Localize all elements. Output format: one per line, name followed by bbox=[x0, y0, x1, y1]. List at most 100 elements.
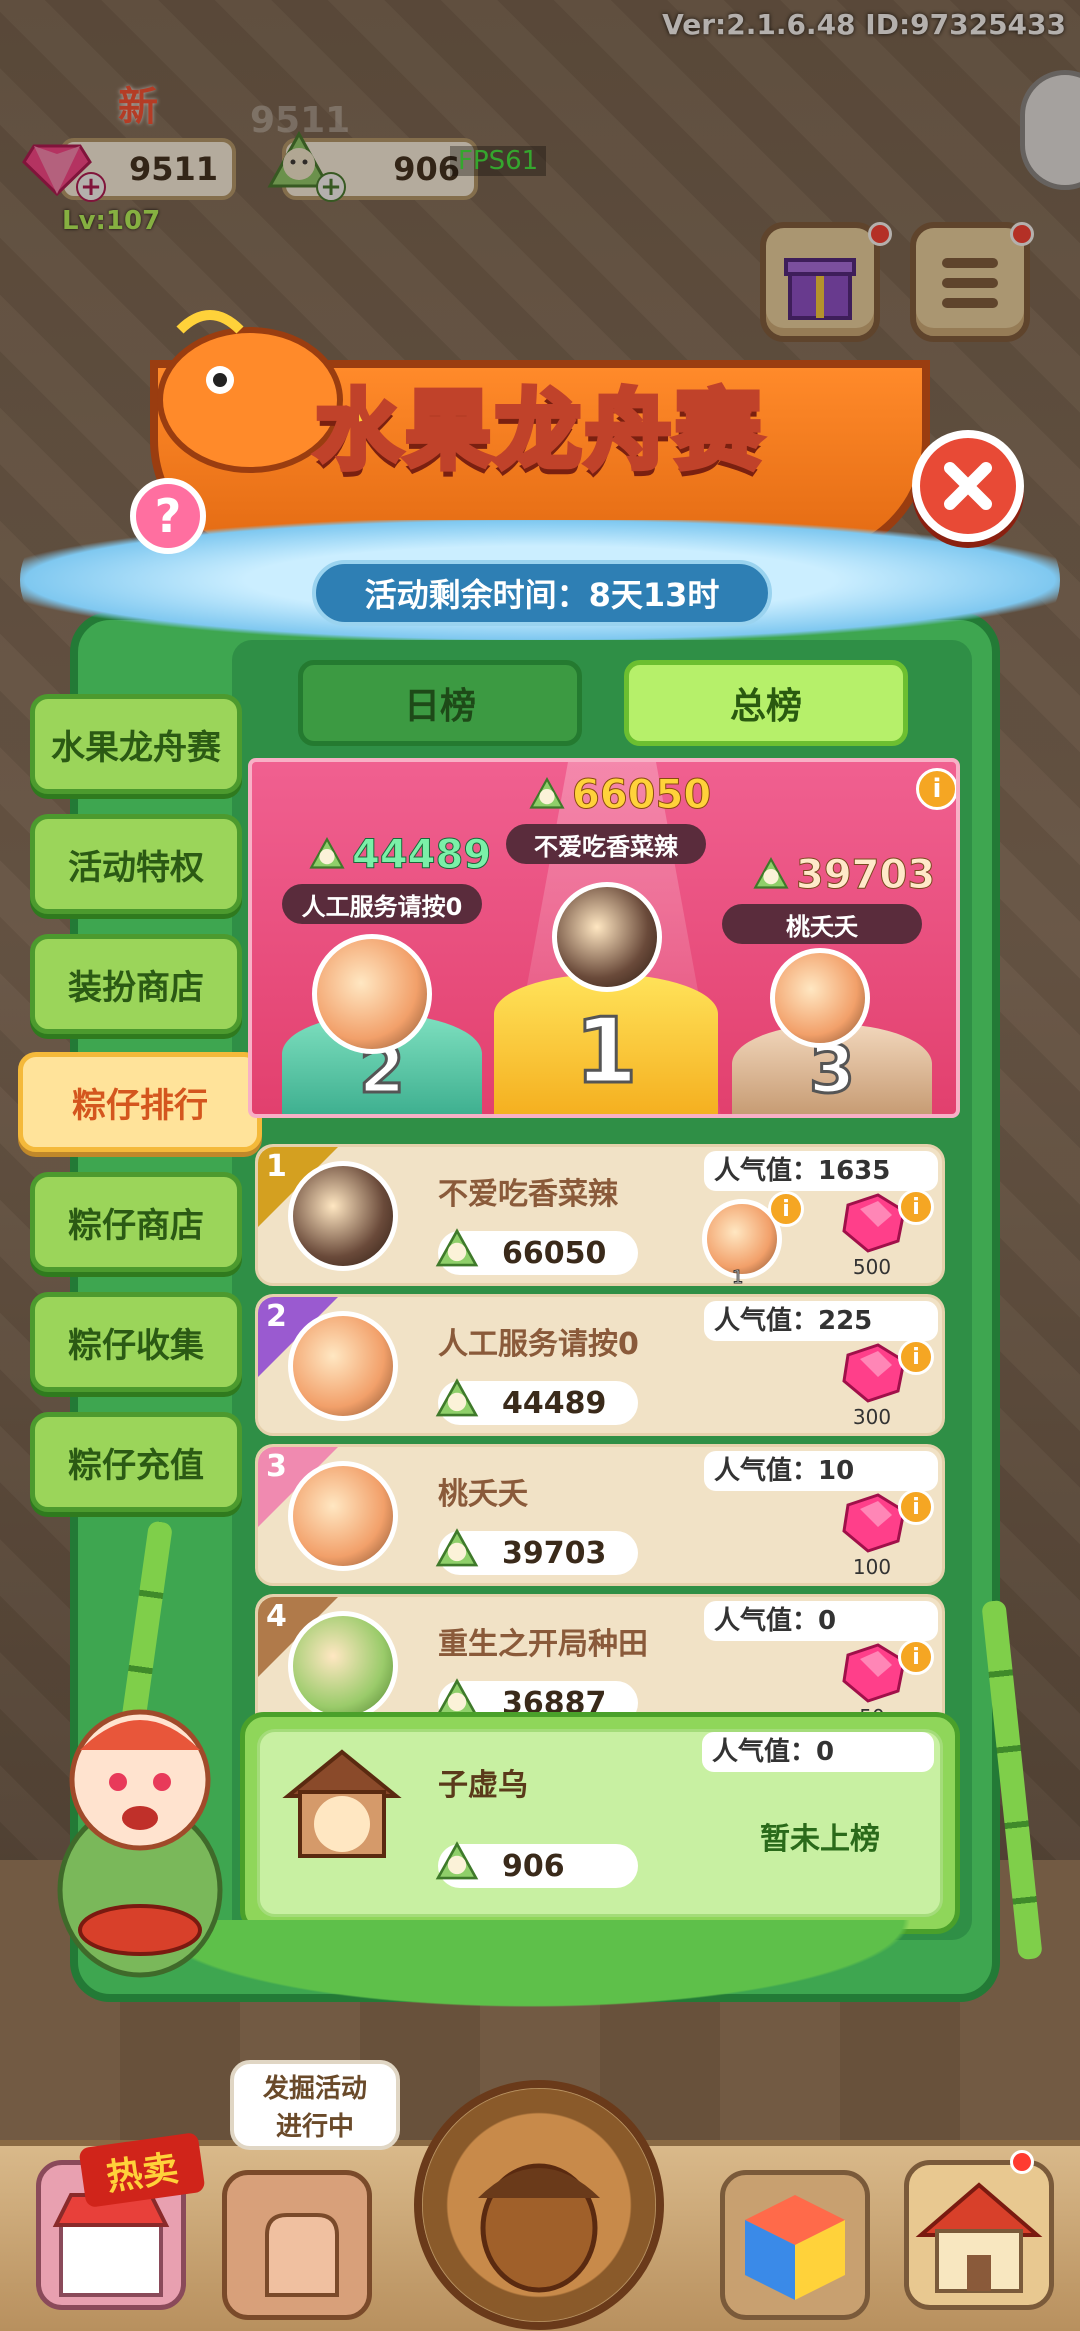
sidebar-item-zongzi-ranking[interactable]: 粽仔排行 bbox=[18, 1052, 262, 1152]
cube-button[interactable] bbox=[720, 2170, 870, 2320]
my-name: 子虚乌 bbox=[438, 1768, 528, 1803]
help-button[interactable]: ? bbox=[130, 478, 206, 554]
sidebar-item-label: 粽仔排行 bbox=[72, 1085, 208, 1126]
bubble-line2: 进行中 bbox=[275, 2112, 354, 2142]
close-button[interactable] bbox=[912, 430, 1024, 542]
bonus-costume-count: 1 bbox=[731, 1267, 744, 1289]
podium-first-score-row: 66050 bbox=[528, 772, 712, 819]
gem-reward-count: 100 bbox=[852, 1555, 892, 1579]
popularity-label: 人气值：0 bbox=[704, 1601, 938, 1641]
podium-third-score: 39703 bbox=[795, 852, 936, 899]
dig-button[interactable] bbox=[222, 2170, 372, 2320]
reward-info-icon[interactable]: i bbox=[898, 1189, 934, 1225]
event-timer: 活动剩余时间：8天13时 bbox=[312, 560, 772, 626]
sidebar-item-zongzi-recharge[interactable]: 粽仔充值 bbox=[30, 1412, 242, 1512]
home-notification-dot bbox=[1010, 2150, 1034, 2174]
dig-activity-bubble[interactable]: 发掘活动 进行中 bbox=[230, 2060, 400, 2150]
rank-number: 3 bbox=[266, 1449, 287, 1484]
player-name: 重生之开局种田 bbox=[438, 1627, 648, 1662]
podium-first-score: 66050 bbox=[571, 772, 712, 819]
zongzi-icon bbox=[753, 857, 789, 889]
sidebar-item-zongzi-collection[interactable]: 粽仔收集 bbox=[30, 1292, 242, 1392]
tab-daily-ranking[interactable]: 日榜 bbox=[298, 660, 582, 746]
player-avatar bbox=[288, 1311, 398, 1421]
my-popularity: 人气值：0 bbox=[702, 1732, 934, 1772]
zongzi-icon bbox=[529, 777, 565, 809]
rank-number: 1 bbox=[266, 1149, 287, 1184]
tab-label: 总榜 bbox=[729, 686, 802, 727]
reward-info-icon[interactable]: i bbox=[898, 1339, 934, 1375]
popularity-label: 人气值：10 bbox=[704, 1451, 938, 1491]
podium-third-name: 桃夭夭 bbox=[722, 904, 922, 944]
podium: 2 1 3 44489 人工服务请按0 66050 不爱吃香菜辣 39703 桃… bbox=[248, 758, 960, 1118]
close-icon bbox=[944, 462, 992, 510]
zongzi-icon bbox=[435, 1528, 479, 1567]
zongzi-icon bbox=[435, 1228, 479, 1267]
player-avatar bbox=[288, 1161, 398, 1271]
gem-reward-count: 300 bbox=[852, 1405, 892, 1429]
rank-number: 2 bbox=[266, 1299, 287, 1334]
podium-first-pedestal: 1 bbox=[494, 974, 718, 1114]
my-score: 906 bbox=[502, 1848, 565, 1884]
acorn-icon bbox=[478, 2163, 600, 2293]
podium-third-score-row: 39703 bbox=[752, 852, 936, 899]
player-score: 39703 bbox=[502, 1535, 607, 1571]
tab-total-ranking[interactable]: 总榜 bbox=[624, 660, 908, 746]
sidebar-item-label: 粽仔商店 bbox=[68, 1205, 204, 1246]
podium-second-score: 44489 bbox=[351, 832, 492, 879]
popularity-label: 人气值：225 bbox=[704, 1301, 938, 1341]
rank-number: 4 bbox=[266, 1599, 287, 1634]
gem-reward-count: 500 bbox=[852, 1255, 892, 1279]
home-icon bbox=[915, 2182, 1043, 2293]
sidebar-item-label: 水果龙舟赛 bbox=[51, 727, 221, 768]
acorn-main-button[interactable] bbox=[414, 2080, 664, 2330]
podium-first-name: 不爱吃香菜辣 bbox=[506, 824, 706, 864]
cube-icon bbox=[745, 2195, 845, 2300]
tab-label: 日榜 bbox=[403, 686, 476, 727]
sidebar-item-label: 粽仔收集 bbox=[68, 1325, 204, 1366]
podium-third-avatar[interactable] bbox=[770, 948, 870, 1048]
player-name: 不爱吃香菜辣 bbox=[438, 1177, 618, 1212]
sidebar-item-costume-shop[interactable]: 装扮商店 bbox=[30, 934, 242, 1034]
sidebar-item-label: 活动特权 bbox=[68, 847, 204, 888]
player-score: 66050 bbox=[502, 1235, 607, 1271]
player-score-box: 39703 bbox=[435, 1528, 638, 1575]
sidebar-item-fruit-boat-race[interactable]: 水果龙舟赛 bbox=[30, 694, 242, 794]
podium-info-icon[interactable]: i bbox=[916, 768, 956, 810]
sidebar-item-zongzi-shop[interactable]: 粽仔商店 bbox=[30, 1172, 242, 1272]
podium-first-rank: 1 bbox=[573, 998, 639, 1106]
sidebar-item-privileges[interactable]: 活动特权 bbox=[30, 814, 242, 914]
player-score: 44489 bbox=[502, 1385, 607, 1421]
ranking-row[interactable]: 2 人工服务请按0 44489 人气值：225 300 i bbox=[255, 1294, 945, 1436]
ranking-row[interactable]: 3 桃夭夭 39703 人气值：10 100 i bbox=[255, 1444, 945, 1586]
home-button[interactable] bbox=[904, 2160, 1054, 2310]
house-avatar-frame-icon bbox=[282, 1749, 402, 1858]
ranking-row[interactable]: 1 不爱吃香菜辣 66050 人气值：1635 1 i 500 i bbox=[255, 1144, 945, 1289]
bubble-line1: 发掘活动 bbox=[262, 2074, 367, 2104]
player-score-box: 66050 bbox=[435, 1228, 638, 1275]
podium-second-name: 人工服务请按0 bbox=[282, 884, 482, 924]
zongzi-icon bbox=[435, 1841, 479, 1880]
podium-first-avatar[interactable] bbox=[552, 882, 662, 992]
podium-second-avatar[interactable] bbox=[312, 934, 432, 1054]
my-rank-card: 子虚乌 906 人气值：0 暂未上榜 bbox=[240, 1712, 960, 1934]
reward-info-icon[interactable]: i bbox=[898, 1639, 934, 1675]
bonus-info-icon[interactable]: i bbox=[768, 1191, 804, 1227]
my-rank-inner: 子虚乌 906 人气值：0 暂未上榜 bbox=[257, 1729, 943, 1917]
glove-icon bbox=[265, 2213, 339, 2297]
my-rank-status: 暂未上榜 bbox=[760, 1822, 880, 1857]
podium-second-score-row: 44489 bbox=[308, 832, 492, 879]
sidebar-item-label: 装扮商店 bbox=[68, 967, 204, 1008]
zongzi-icon bbox=[435, 1378, 479, 1417]
reward-info-icon[interactable]: i bbox=[898, 1489, 934, 1525]
my-score-box: 906 bbox=[435, 1841, 638, 1888]
dragon-mascot bbox=[57, 1709, 223, 1978]
player-name: 人工服务请按0 bbox=[438, 1327, 639, 1362]
zongzi-icon bbox=[309, 837, 345, 869]
sidebar-item-label: 粽仔充值 bbox=[68, 1445, 204, 1486]
player-avatar bbox=[288, 1461, 398, 1571]
player-avatar bbox=[288, 1611, 398, 1721]
player-name: 桃夭夭 bbox=[438, 1477, 528, 1512]
player-score-box: 44489 bbox=[435, 1378, 638, 1425]
popularity-label: 人气值：1635 bbox=[704, 1151, 938, 1191]
